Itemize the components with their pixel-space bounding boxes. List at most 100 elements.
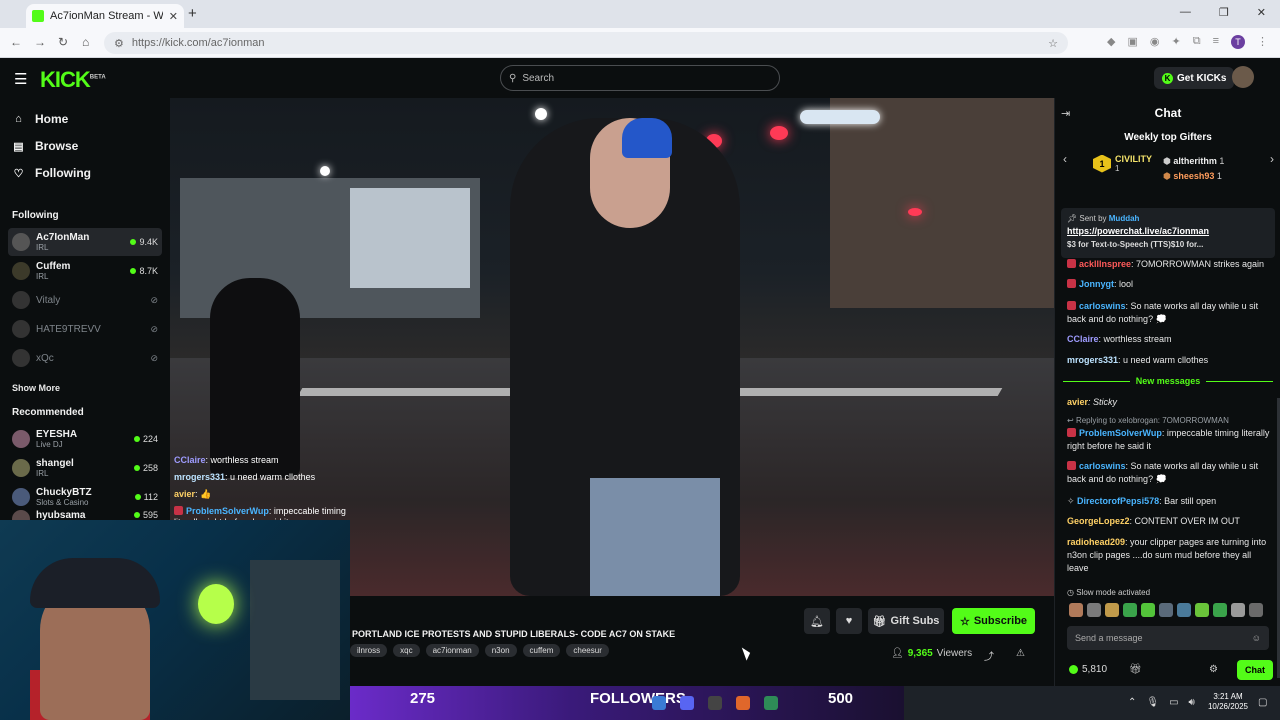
- home-browser-icon[interactable]: ⌂: [82, 35, 89, 49]
- puzzle-icon[interactable]: ⧉: [1193, 35, 1201, 49]
- tag[interactable]: n3on: [484, 644, 517, 657]
- emote-icon[interactable]: [1213, 603, 1227, 617]
- gift-subs-button[interactable]: 🎁︎ Gift Subs: [868, 608, 944, 634]
- reload-icon[interactable]: ↻: [58, 35, 68, 49]
- tag[interactable]: cuffem: [522, 644, 561, 657]
- gifter-row[interactable]: ⬢ altherithm 1: [1163, 154, 1224, 169]
- forward-icon[interactable]: →: [34, 35, 46, 49]
- hamburger-menu-icon[interactable]: ☰: [14, 70, 27, 88]
- chevron-left-icon[interactable]: ‹: [1063, 152, 1067, 166]
- gifter-row[interactable]: ⬢ sheesh93 1: [1163, 169, 1224, 184]
- app-icon[interactable]: [736, 696, 750, 710]
- user-avatar[interactable]: [1232, 66, 1254, 88]
- system-clock[interactable]: 3:21 AM 10/26/2025: [1206, 692, 1250, 712]
- minimize-icon[interactable]: —: [1180, 6, 1191, 19]
- extension-icon[interactable]: ▣: [1127, 35, 1137, 49]
- extension-icon[interactable]: ◉: [1150, 35, 1160, 49]
- send-chat-button[interactable]: Chat: [1237, 660, 1273, 680]
- gift-icon[interactable]: 🎁︎: [1129, 664, 1142, 675]
- sidebar-channel-cuffem[interactable]: Cuffem IRL 8.7K: [8, 257, 162, 285]
- sidebar-channel-ac7ionman[interactable]: Ac7IonMan IRL 9.4K: [8, 228, 162, 256]
- nav-browse[interactable]: ▤ Browse: [12, 139, 78, 153]
- emote-icon[interactable]: [1195, 603, 1209, 617]
- tag[interactable]: ac7ionman: [425, 644, 479, 657]
- report-icon[interactable]: ⚠: [1016, 648, 1025, 659]
- menu-dots-icon[interactable]: ⋮: [1257, 35, 1268, 49]
- emote-icon[interactable]: [1141, 603, 1155, 617]
- emote-icon[interactable]: [1069, 603, 1083, 617]
- emote-icon[interactable]: [1249, 603, 1263, 617]
- chat-user[interactable]: GeorgeLopez2: [1067, 516, 1130, 526]
- playlist-icon[interactable]: ≡: [1213, 35, 1219, 49]
- site-info-icon[interactable]: ⚙: [114, 37, 124, 50]
- close-window-icon[interactable]: ✕: [1257, 6, 1266, 19]
- emote-icon[interactable]: [1105, 603, 1119, 617]
- chevron-up-icon[interactable]: ⌃: [1128, 697, 1136, 708]
- emote-icon[interactable]: [1177, 603, 1191, 617]
- back-icon[interactable]: ←: [10, 35, 22, 49]
- chat-user[interactable]: Jonnygt: [1079, 279, 1114, 289]
- get-kicks-button[interactable]: K Get KICKs: [1154, 67, 1235, 89]
- volume-icon[interactable]: 🔊︎: [1189, 697, 1195, 708]
- sidebar-channel-chuckybtz[interactable]: ChuckyBTZ Slots & Casino 112: [8, 483, 162, 511]
- gifter-name[interactable]: CIVILITY: [1115, 154, 1152, 164]
- maximize-icon[interactable]: ❐: [1219, 6, 1229, 19]
- emote-icon[interactable]: [1123, 603, 1137, 617]
- chat-user[interactable]: carloswins: [1079, 461, 1126, 471]
- gear-icon[interactable]: ⚙: [1209, 664, 1218, 675]
- sidebar-channel-shangel[interactable]: shangel IRL 258: [8, 454, 162, 482]
- subscribe-button[interactable]: ☆ Subscribe: [952, 608, 1035, 634]
- chat-user[interactable]: radiohead209: [1067, 537, 1125, 547]
- new-tab-icon[interactable]: +: [188, 5, 197, 22]
- search-icon: ⚲: [509, 72, 517, 84]
- emote-icon[interactable]: [1159, 603, 1173, 617]
- kick-logo[interactable]: KICKBETA: [40, 67, 106, 93]
- chat-user[interactable]: CClaire: [1067, 334, 1099, 344]
- pinned-message[interactable]: 📌︎ Sent by Muddah https://powerchat.live…: [1061, 208, 1275, 258]
- kicks-balance[interactable]: 5,810: [1069, 664, 1107, 675]
- show-more-link[interactable]: Show More: [12, 383, 60, 393]
- channel-category: IRL: [36, 272, 49, 281]
- microphone-icon[interactable]: 🎙︎: [1146, 697, 1159, 708]
- new-messages-divider[interactable]: New messages: [1063, 376, 1274, 386]
- search-input[interactable]: ⚲ Search: [500, 65, 780, 91]
- chat-user[interactable]: ProblemSolverWup: [1079, 428, 1162, 438]
- bookmark-star-icon[interactable]: ☆: [1048, 37, 1058, 50]
- app-icon[interactable]: [764, 696, 778, 710]
- tag[interactable]: ilnross: [350, 644, 388, 657]
- sidebar-channel-hate9trevv[interactable]: HATE9TREVV ⊘: [8, 315, 162, 343]
- extension-icon[interactable]: ◆: [1107, 35, 1115, 49]
- chat-user[interactable]: avier: [1067, 397, 1088, 407]
- browser-tab[interactable]: Ac7ionMan Stream - Watc ✕: [26, 4, 184, 28]
- notifications-icon[interactable]: ▢: [1258, 697, 1267, 708]
- terminal-app-icon[interactable]: [708, 696, 722, 710]
- tag[interactable]: xqc: [393, 644, 420, 657]
- close-tab-icon[interactable]: ✕: [169, 10, 178, 23]
- chat-message-input[interactable]: Send a message ☺: [1067, 626, 1269, 650]
- extension-icon[interactable]: ✦: [1172, 35, 1181, 49]
- chevron-right-icon[interactable]: ›: [1270, 152, 1274, 166]
- chat-user[interactable]: carloswins: [1079, 301, 1126, 311]
- emote-icon[interactable]: [1087, 603, 1101, 617]
- discord-app-icon[interactable]: [680, 696, 694, 710]
- share-icon[interactable]: ⤴: [984, 648, 994, 663]
- pinned-link[interactable]: https://powerchat.live/ac7ionman: [1067, 225, 1269, 238]
- overlay-chat-user: avier: [174, 489, 196, 499]
- tag[interactable]: cheesur: [566, 644, 609, 657]
- follow-button[interactable]: ♥: [836, 608, 862, 634]
- sidebar-channel-xqc[interactable]: xQc ⊘: [8, 344, 162, 372]
- address-bar[interactable]: ⚙ https://kick.com/ac7ionman ☆: [104, 32, 1068, 54]
- emoji-icon[interactable]: ☺: [1252, 633, 1261, 643]
- network-icon[interactable]: ▭: [1169, 697, 1178, 708]
- sidebar-channel-vitaly[interactable]: Vitaly ⊘: [8, 286, 162, 314]
- chat-user[interactable]: DirectorofPepsi578: [1077, 496, 1159, 506]
- profile-avatar-icon[interactable]: T: [1231, 35, 1245, 49]
- chat-user[interactable]: mrogers331: [1067, 355, 1118, 365]
- sidebar-channel-eyesha[interactable]: EYESHA Live DJ 224: [8, 425, 162, 453]
- emote-icon[interactable]: [1231, 603, 1245, 617]
- chat-user[interactable]: acklllnspree: [1079, 259, 1131, 269]
- nav-following[interactable]: ♡ Following: [12, 166, 91, 180]
- nav-home[interactable]: ⌂ Home: [12, 112, 68, 126]
- browser-app-icon[interactable]: [652, 696, 666, 710]
- notification-bell-button[interactable]: 🔔︎: [804, 608, 830, 634]
